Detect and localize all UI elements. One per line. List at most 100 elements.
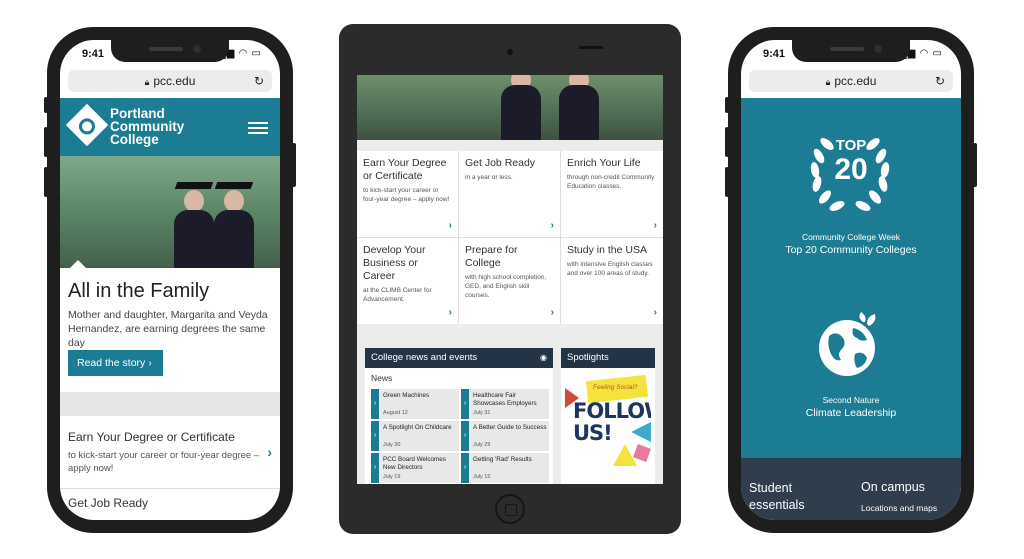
news-item-date: July 31 xyxy=(473,410,491,416)
chevron-right-icon[interactable]: › xyxy=(267,444,272,460)
phone-power-button xyxy=(292,143,296,187)
hero-title: All in the Family xyxy=(68,280,210,302)
pathway-card[interactable]: Enrich Your Life through non-credit Comm… xyxy=(561,151,663,237)
pathway-card[interactable]: Study in the USA with intensive English … xyxy=(561,238,663,324)
address-bar[interactable]: 🔒︎ pcc.edu ↻ xyxy=(749,70,953,92)
read-story-button[interactable]: Read the story › xyxy=(68,350,163,376)
news-item[interactable]: › A Spotlight On Childcare July 30 xyxy=(371,421,459,451)
award-title[interactable]: Top 20 Community Colleges xyxy=(741,244,961,256)
chevron-right-icon[interactable]: › xyxy=(654,307,657,318)
status-time: 9:41 xyxy=(763,48,786,60)
hamburger-menu-icon[interactable] xyxy=(248,122,268,134)
right-phone-frame: 9:41 ▂▄▆ ◠ ▭ 🔒︎ pcc.edu ↻ TOP 20 Communi… xyxy=(725,27,977,533)
pathway-card-title: Enrich Your Life xyxy=(567,157,641,169)
pathway-grid: Earn Your Degree or Certificate to kick-… xyxy=(357,151,663,324)
tablet-camera xyxy=(507,49,513,55)
reload-icon[interactable]: ↻ xyxy=(935,70,945,92)
student-essentials-link[interactable]: Student essentials xyxy=(749,480,819,514)
phone-side-button xyxy=(44,127,48,157)
news-item[interactable]: › Green Machines August 12 xyxy=(371,389,459,419)
phone-side-button xyxy=(725,167,729,197)
chevron-right-icon: › xyxy=(461,389,469,419)
hero-pointer xyxy=(70,260,86,268)
news-item-date: July 30 xyxy=(383,442,401,448)
pathway-description: to kick-start your career or four-year d… xyxy=(68,450,260,474)
pathway-card[interactable]: Earn Your Degree or Certificate to kick-… xyxy=(357,151,458,237)
device-mockup-stage: 9:41 ▂▄▆ ◠ ▭ 🔒︎ pcc.edu ↻ Portland Commun… xyxy=(0,0,1024,559)
poster-tagline: Feeling Social? xyxy=(593,384,638,391)
url-text: pcc.edu xyxy=(834,74,877,88)
phone-side-button xyxy=(725,127,729,157)
award-source: Community College Week xyxy=(801,232,901,242)
tablet-top-button xyxy=(579,46,603,49)
chevron-right-icon: › xyxy=(371,389,379,419)
pathway-card[interactable]: Get Job Ready in a year or less. › xyxy=(459,151,560,237)
pathway-card-desc: with intensive English classes and over … xyxy=(567,261,653,277)
spotlights-header[interactable]: Spotlights xyxy=(561,348,655,368)
address-bar[interactable]: 🔒︎ pcc.edu ↻ xyxy=(68,70,272,92)
rss-icon[interactable]: ◉ xyxy=(540,348,547,368)
news-item-title: Getting 'Rad' Results xyxy=(473,456,532,463)
divider xyxy=(60,488,280,489)
on-campus-link[interactable]: On campus xyxy=(861,480,925,494)
news-item-date: July 15 xyxy=(473,474,491,480)
left-phone-screen: 9:41 ▂▄▆ ◠ ▭ 🔒︎ pcc.edu ↻ Portland Commun… xyxy=(60,40,280,520)
graduate-figure xyxy=(499,75,543,140)
chevron-right-icon: › xyxy=(371,453,379,483)
pathway-card[interactable]: Prepare for College with high school com… xyxy=(459,238,560,324)
logo-line: College xyxy=(110,132,159,147)
news-panel: College news and events ◉ News › Green M… xyxy=(365,348,553,484)
tablet-frame: Earn Your Degree or Certificate to kick-… xyxy=(339,24,681,534)
phone-side-button xyxy=(44,97,48,113)
news-item[interactable]: › A Better Guide to Success July 29 xyxy=(461,421,549,451)
chevron-right-icon: › xyxy=(461,453,469,483)
pathway-title[interactable]: Earn Your Degree or Certificate xyxy=(68,430,235,444)
pathway-card[interactable]: Develop Your Business or Career at the C… xyxy=(357,238,458,324)
news-item[interactable]: › Healthcare Fair Showcases Employers Ju… xyxy=(461,389,549,419)
pathway-card-title: Study in the USA xyxy=(567,244,647,256)
hero-photo xyxy=(60,156,280,268)
globe-sprout-icon xyxy=(819,312,876,376)
news-panel-title: College news and events xyxy=(371,352,478,363)
award-title[interactable]: Climate Leadership xyxy=(741,407,961,419)
news-item-date: July 19 xyxy=(383,474,401,480)
pathway-card-title: Get Job Ready xyxy=(465,157,536,169)
site-logo-text[interactable]: Portland Community College xyxy=(110,107,184,147)
reload-icon[interactable]: ↻ xyxy=(254,70,264,92)
pathway-title[interactable]: Get Job Ready xyxy=(68,496,148,510)
status-time: 9:41 xyxy=(82,48,105,60)
hero-photo xyxy=(357,75,663,140)
pathway-card-desc: through non-credit Community Education c… xyxy=(567,174,655,190)
news-item-title: Green Machines xyxy=(383,392,430,399)
pathway-card-desc: in a year or less. xyxy=(465,174,513,181)
locations-maps-link[interactable]: Locations and maps xyxy=(861,503,937,513)
chevron-right-icon[interactable]: › xyxy=(551,307,554,318)
pcc-logo-icon[interactable] xyxy=(65,103,109,147)
news-item[interactable]: › Getting 'Rad' Results July 15 xyxy=(461,453,549,483)
chevron-right-icon[interactable]: › xyxy=(449,220,452,231)
tablet-screen: Earn Your Degree or Certificate to kick-… xyxy=(357,75,663,484)
lock-icon: 🔒︎ xyxy=(825,77,831,87)
chevron-right-icon[interactable]: › xyxy=(654,220,657,231)
phone-power-button xyxy=(973,143,977,187)
pathway-card-desc: with high school completion, GED, and En… xyxy=(465,274,547,299)
pathway-card-desc: to kick-start your career or four-year d… xyxy=(363,187,450,203)
follow-us-poster[interactable]: Feeling Social? FOLLOW US! xyxy=(565,374,651,484)
news-item-title: A Spotlight On Childcare xyxy=(383,424,452,431)
left-phone-frame: 9:41 ▂▄▆ ◠ ▭ 🔒︎ pcc.edu ↻ Portland Commun… xyxy=(44,27,296,533)
news-item-title: PCC Board Welcomes New Directors xyxy=(383,456,446,471)
news-item-title: Healthcare Fair Showcases Employers xyxy=(473,392,537,407)
chevron-right-icon[interactable]: › xyxy=(551,220,554,231)
url-text: pcc.edu xyxy=(153,74,196,88)
news-panel-header[interactable]: College news and events ◉ xyxy=(365,348,553,368)
site-header: Portland Community College xyxy=(60,98,280,156)
chevron-right-icon: › xyxy=(461,421,469,451)
phone-side-button xyxy=(44,167,48,197)
section-divider xyxy=(60,392,280,416)
news-item[interactable]: › PCC Board Welcomes New Directors July … xyxy=(371,453,459,483)
chevron-right-icon[interactable]: › xyxy=(449,307,452,318)
tablet-home-button[interactable] xyxy=(495,494,525,524)
pathway-card-desc: at the CLIMB Center for Advancement. xyxy=(363,287,432,303)
award-badge-number: 20 xyxy=(834,153,868,186)
graduate-figure xyxy=(172,176,216,268)
